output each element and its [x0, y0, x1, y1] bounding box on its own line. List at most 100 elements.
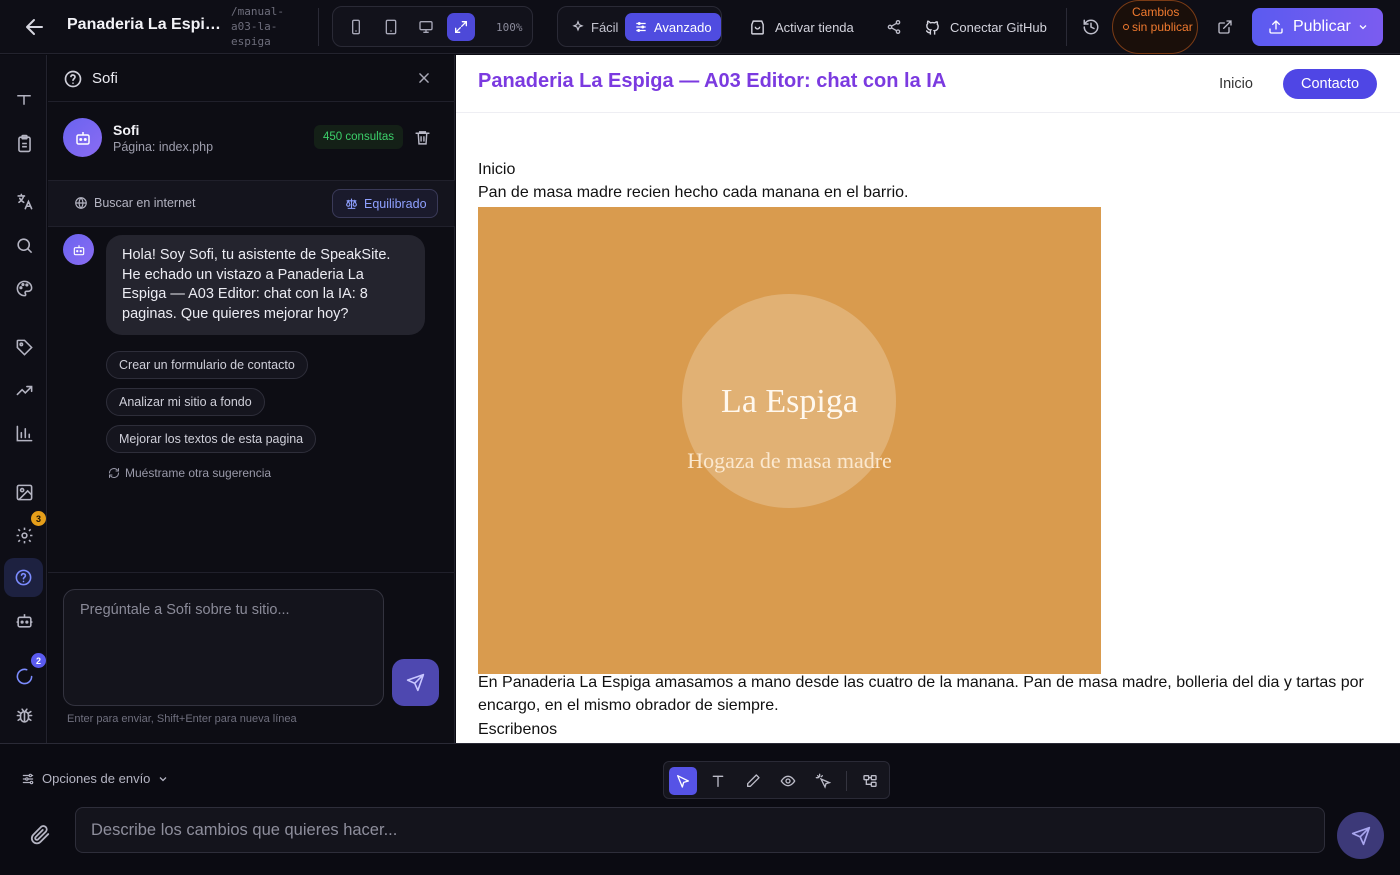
more-suggestions-link[interactable]: Muéstrame otra sugerencia	[108, 466, 271, 480]
pencil-icon[interactable]	[739, 767, 767, 795]
translate-icon[interactable]	[12, 189, 36, 213]
robot-icon[interactable]	[12, 608, 36, 632]
avatar	[63, 118, 102, 157]
github-icon	[925, 19, 939, 35]
share-icon[interactable]	[881, 14, 907, 40]
sliders-icon	[636, 22, 646, 32]
connect-github-button[interactable]: Conectar GitHub	[924, 13, 1047, 41]
site-title: Panaderia La Espiga...	[67, 16, 225, 33]
search-web-toggle[interactable]: Buscar en internet	[74, 196, 195, 210]
mode-easy-label: Fácil	[591, 19, 619, 35]
publish-button[interactable]: Publicar	[1252, 8, 1383, 46]
tablet-device-icon[interactable]	[377, 13, 405, 41]
change-request-input[interactable]: Describe los cambios que quieres hacer..…	[75, 807, 1325, 853]
suggestion-chip[interactable]: Mejorar los textos de esta pagina	[106, 425, 317, 453]
chevron-down-icon[interactable]	[1357, 21, 1369, 33]
desktop-device-icon[interactable]	[412, 13, 440, 41]
sliders-icon	[22, 773, 34, 784]
globe-icon	[75, 197, 87, 209]
external-link-icon[interactable]	[1212, 14, 1238, 40]
activate-store-label: Activar tienda	[775, 19, 854, 35]
mode-advanced-label: Avanzado	[654, 19, 712, 35]
tag-icon[interactable]	[12, 335, 36, 359]
send-options-dropdown[interactable]: Opciones de envío	[21, 771, 169, 786]
bug-icon[interactable]	[12, 703, 36, 727]
site-slug: /manual-a03-la-espiga	[231, 5, 284, 48]
site-preview: Panaderia La Espiga — A03 Editor: chat c…	[456, 55, 1400, 743]
trash-icon[interactable]	[414, 129, 431, 146]
response-mode-label: Equilibrado	[364, 196, 427, 211]
mode-switcher: Fácil Avanzado	[557, 6, 722, 47]
magic-click-icon[interactable]	[809, 767, 837, 795]
loader-icon[interactable]	[12, 664, 36, 688]
text-tool-icon[interactable]	[704, 767, 732, 795]
mobile-device-icon[interactable]	[342, 13, 370, 41]
preview-heading[interactable]: Inicio	[478, 158, 515, 181]
divider	[1066, 8, 1067, 46]
connect-github-label: Conectar GitHub	[950, 19, 1047, 35]
suggestion-chip[interactable]: Crear un formulario de contacto	[106, 351, 308, 379]
assistant-message-input[interactable]: Pregúntale a Sofi sobre tu sitio...	[63, 589, 384, 706]
refresh-icon	[109, 468, 119, 478]
assistant-message: Hola! Soy Sofi, tu asistente de SpeakSit…	[106, 235, 425, 335]
eye-icon[interactable]	[774, 767, 802, 795]
avatar	[63, 234, 94, 265]
assistant-panel-header: Sofi	[48, 55, 455, 102]
assistant-send-button[interactable]	[392, 659, 439, 706]
unpublished-changes-badge[interactable]: Cambios sin publicar	[1112, 0, 1198, 54]
loader-badge: 2	[31, 653, 46, 668]
bar-chart-icon[interactable]	[12, 421, 36, 445]
current-page: Página: index.php	[113, 140, 214, 154]
help-icon[interactable]	[4, 558, 43, 597]
assistant-panel-title: Sofi	[92, 70, 118, 87]
search-icon[interactable]	[12, 233, 36, 257]
divider	[846, 771, 847, 791]
hero-title: La Espiga	[721, 383, 858, 420]
clipboard-icon[interactable]	[12, 131, 36, 155]
send-options-label: Opciones de envío	[42, 771, 151, 786]
edit-tools	[663, 761, 890, 799]
preview-contact-heading[interactable]: Escribenos	[478, 718, 557, 741]
shopping-bag-icon	[751, 19, 764, 35]
layout-icon[interactable]	[12, 93, 36, 107]
send-icon	[1351, 826, 1370, 845]
mode-advanced-button[interactable]: Avanzado	[625, 13, 721, 41]
zoom-level[interactable]: 100%	[496, 21, 523, 34]
change-request-send-button[interactable]	[1337, 812, 1384, 859]
assistant-name: Sofi	[113, 122, 140, 138]
status-dot	[1123, 24, 1129, 30]
preview-nav-home[interactable]: Inicio	[1208, 69, 1264, 99]
preview-body-text[interactable]: En Panaderia La Espiga amasamos a mano d…	[478, 671, 1378, 717]
divider	[48, 572, 455, 573]
edit-composer: Opciones de envío Describe los cambios q…	[0, 743, 1400, 875]
response-mode-button[interactable]: Equilibrado	[332, 189, 438, 218]
more-suggestions-label: Muéstrame otra sugerencia	[125, 466, 272, 480]
history-icon[interactable]	[1078, 14, 1104, 40]
preview-tagline[interactable]: Pan de masa madre recien hecho cada mana…	[478, 181, 908, 204]
hero-image[interactable]: La Espiga Hogaza de masa madre	[478, 207, 1101, 674]
upload-icon	[1269, 20, 1283, 34]
fullscreen-device-icon[interactable]	[447, 13, 475, 41]
palette-icon[interactable]	[12, 276, 36, 300]
select-cursor-icon[interactable]	[669, 767, 697, 795]
input-hint: Enter para enviar, Shift+Enter para nuev…	[67, 713, 297, 725]
close-icon[interactable]	[417, 71, 431, 85]
icon-sidebar: 3 2	[0, 55, 47, 743]
back-arrow-icon[interactable]	[22, 15, 48, 39]
mode-easy-button[interactable]: Fácil	[562, 13, 627, 41]
settings-gear-icon[interactable]	[12, 523, 36, 547]
preview-nav-contact[interactable]: Contacto	[1283, 69, 1377, 99]
assistant-card: Sofi Página: index.php 450 consultas	[48, 102, 455, 181]
activate-store-button[interactable]: Activar tienda	[749, 13, 854, 41]
trending-up-icon[interactable]	[12, 378, 36, 402]
robot-icon	[73, 244, 84, 255]
top-bar: Panaderia La Espiga... /manual-a03-la-es…	[0, 0, 1400, 54]
search-web-label: Buscar en internet	[94, 196, 196, 210]
preview-site-title[interactable]: Panaderia La Espiga — A03 Editor: chat c…	[478, 70, 946, 93]
paperclip-icon[interactable]	[29, 824, 51, 846]
structure-tree-icon[interactable]	[856, 767, 884, 795]
image-icon[interactable]	[12, 480, 36, 504]
consultations-badge: 450 consultas	[314, 125, 403, 149]
settings-badge: 3	[31, 511, 46, 526]
suggestion-chip[interactable]: Analizar mi sitio a fondo	[106, 388, 265, 416]
